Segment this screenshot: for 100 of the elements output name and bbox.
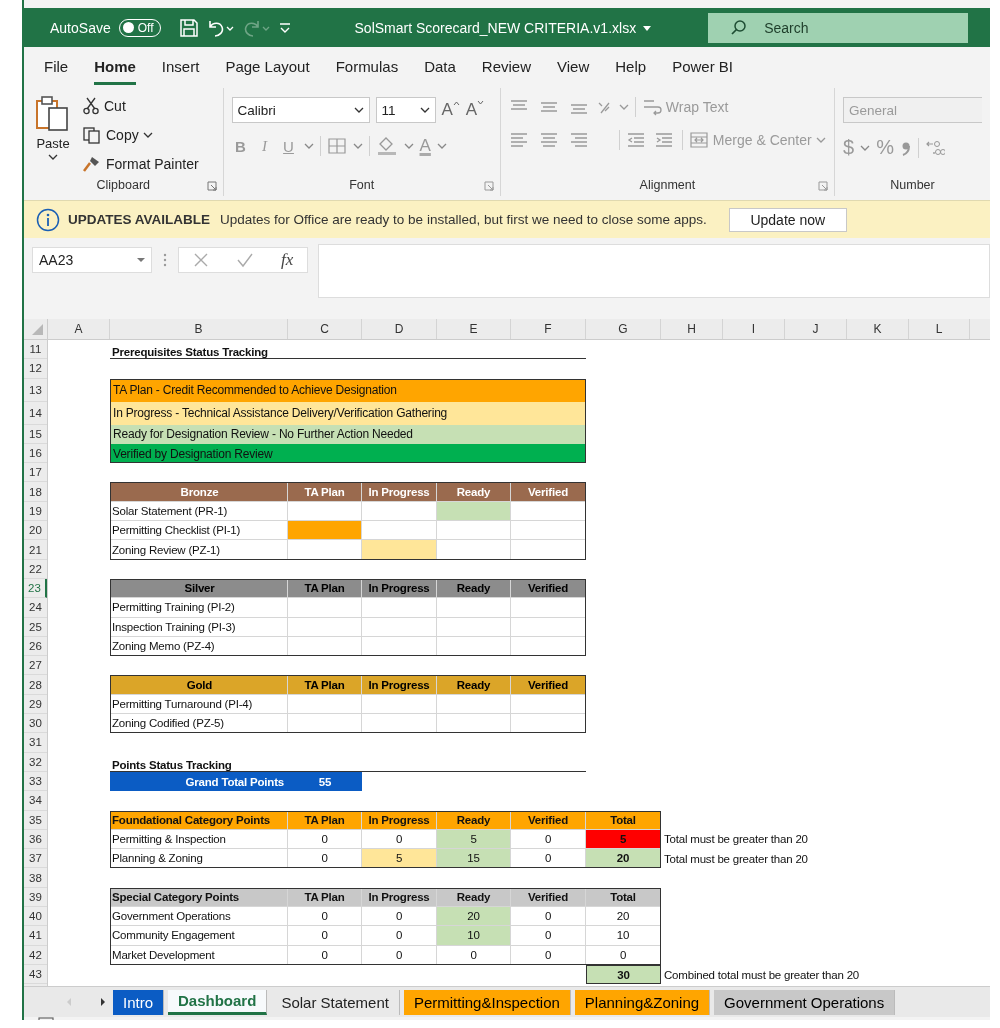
ribbon-tab[interactable]: View — [557, 47, 590, 85]
column-header[interactable]: L — [909, 319, 970, 339]
column-header[interactable]: J — [785, 319, 847, 339]
row-header[interactable]: 18 — [24, 482, 47, 502]
ribbon-tab[interactable]: Page Layout — [225, 47, 310, 85]
update-now-button[interactable]: Update now — [728, 207, 847, 232]
column-header[interactable]: I — [723, 319, 785, 339]
sheet-tab[interactable]: Government Operations — [714, 989, 896, 1015]
ribbon-tab[interactable]: Data — [424, 47, 456, 85]
name-box[interactable]: AA23 — [32, 247, 152, 273]
wrap-text-icon — [641, 97, 662, 117]
row-header[interactable]: 15 — [24, 424, 47, 444]
row-header[interactable]: 35 — [24, 810, 47, 830]
row-header[interactable]: 32 — [24, 752, 47, 772]
row-header[interactable]: 28 — [24, 675, 47, 695]
ribbon-tab[interactable]: File — [44, 47, 69, 85]
update-message: Updates for Office are ready to be installed, but first we need to close some apps. — [220, 212, 707, 227]
sheet-tab[interactable]: Dashboard — [168, 989, 268, 1015]
row-header[interactable]: 29 — [24, 694, 47, 715]
row-header[interactable]: 41 — [24, 926, 47, 946]
column-header[interactable]: C — [288, 319, 362, 339]
table-header: In Progress — [362, 675, 437, 695]
caret-icon — [142, 131, 153, 139]
row-header[interactable]: 20 — [24, 521, 47, 541]
scroll-right-icon[interactable] — [98, 996, 108, 1008]
ribbon-tab[interactable]: Formulas — [335, 47, 399, 85]
ribbon-tab[interactable]: Insert — [161, 47, 200, 85]
check-icon[interactable] — [235, 252, 254, 268]
cut-button[interactable]: Cut — [82, 94, 199, 118]
column-header[interactable]: K — [847, 319, 909, 339]
row-header[interactable]: 40 — [24, 907, 47, 927]
column-header[interactable]: B — [110, 319, 288, 339]
row-header[interactable]: 30 — [24, 714, 47, 734]
search-field[interactable]: Search — [708, 12, 969, 43]
formula-input[interactable] — [318, 244, 990, 298]
grand-total-value: 55 — [317, 775, 333, 788]
row-header[interactable]: 13 — [24, 378, 47, 402]
row-header[interactable]: 34 — [24, 791, 47, 811]
column-header[interactable]: A — [48, 319, 110, 339]
table-cell: Permitting Training (PI-2) — [110, 598, 288, 618]
table-header: In Progress — [362, 810, 437, 830]
table-header: Ready — [437, 810, 511, 830]
table-cell: 5 — [362, 849, 437, 869]
row-header[interactable]: 38 — [24, 868, 47, 888]
column-header[interactable]: F — [511, 319, 586, 339]
cancel-icon[interactable] — [192, 252, 209, 268]
dialog-launcher-icon[interactable] — [206, 181, 217, 191]
table-cell: 0 — [511, 926, 586, 946]
file-name[interactable]: SolSmart Scorecard_NEW CRITERIA.v1.xlsx — [354, 19, 637, 36]
column-header[interactable]: H — [661, 319, 723, 339]
copy-button[interactable]: Copy — [82, 123, 199, 147]
paste-button[interactable]: Paste — [32, 92, 74, 178]
row-header[interactable]: 14 — [24, 401, 47, 425]
row-header[interactable]: 33 — [24, 771, 47, 792]
table-cell: 20 — [586, 849, 661, 869]
table-cell: 0 — [362, 945, 437, 965]
sheet-tab[interactable]: Permitting&Inspection — [403, 989, 571, 1015]
copy-icon — [82, 126, 102, 144]
table-cell: 0 — [586, 945, 661, 965]
row-header[interactable]: 43 — [24, 964, 47, 985]
scissors-icon — [82, 97, 100, 115]
column-header[interactable]: G — [586, 319, 661, 339]
row-header[interactable]: 39 — [24, 887, 47, 907]
sheet-tab[interactable]: Planning&Zoning — [574, 989, 711, 1015]
table-cell: Permitting Turnaround (PI-4) — [110, 694, 288, 715]
row-header[interactable]: 42 — [24, 945, 47, 965]
table-cell: 5 — [586, 829, 661, 850]
caret-icon — [815, 136, 826, 144]
table-cell: 0 — [288, 945, 362, 965]
merge-cells-icon — [688, 130, 709, 150]
row-header[interactable]: 11 — [24, 340, 47, 360]
table-cell: 0 — [511, 907, 586, 927]
row-header[interactable]: 31 — [24, 733, 47, 753]
insert-function-button[interactable]: fx — [281, 250, 294, 270]
legend-item: Verified by Designation Review — [110, 443, 586, 464]
drag-handle-icon[interactable] — [162, 252, 168, 268]
ribbon-tab[interactable]: Help — [615, 47, 647, 85]
row-header[interactable]: 25 — [24, 617, 47, 637]
ribbon-tab[interactable]: Power BI — [672, 47, 733, 85]
sheet-tab[interactable]: Intro — [113, 989, 164, 1015]
row-header[interactable]: 17 — [24, 463, 47, 483]
row-header[interactable]: 36 — [24, 829, 47, 850]
row-header[interactable]: 37 — [24, 849, 47, 869]
legend-item: TA Plan - Credit Recommended to Achieve Designation — [110, 378, 586, 402]
format-painter-button[interactable]: Format Painter — [82, 152, 199, 176]
column-header[interactable]: E — [437, 319, 511, 339]
row-header[interactable]: 16 — [24, 443, 47, 464]
row-header[interactable]: 26 — [24, 636, 47, 657]
row-header[interactable]: 22 — [24, 559, 47, 579]
column-header[interactable]: D — [362, 319, 437, 339]
ribbon-tab[interactable]: Review — [481, 47, 531, 85]
table-cell: 20 — [437, 907, 511, 927]
save-icon[interactable] — [178, 17, 199, 38]
ribbon-tab[interactable]: Home — [94, 47, 136, 85]
row-header[interactable]: 24 — [24, 598, 47, 618]
row-header[interactable]: 21 — [24, 540, 47, 560]
row-header[interactable]: 23 — [24, 578, 47, 599]
row-header[interactable]: 27 — [24, 656, 47, 676]
row-header[interactable]: 19 — [24, 501, 47, 522]
row-header[interactable]: 12 — [24, 359, 47, 379]
